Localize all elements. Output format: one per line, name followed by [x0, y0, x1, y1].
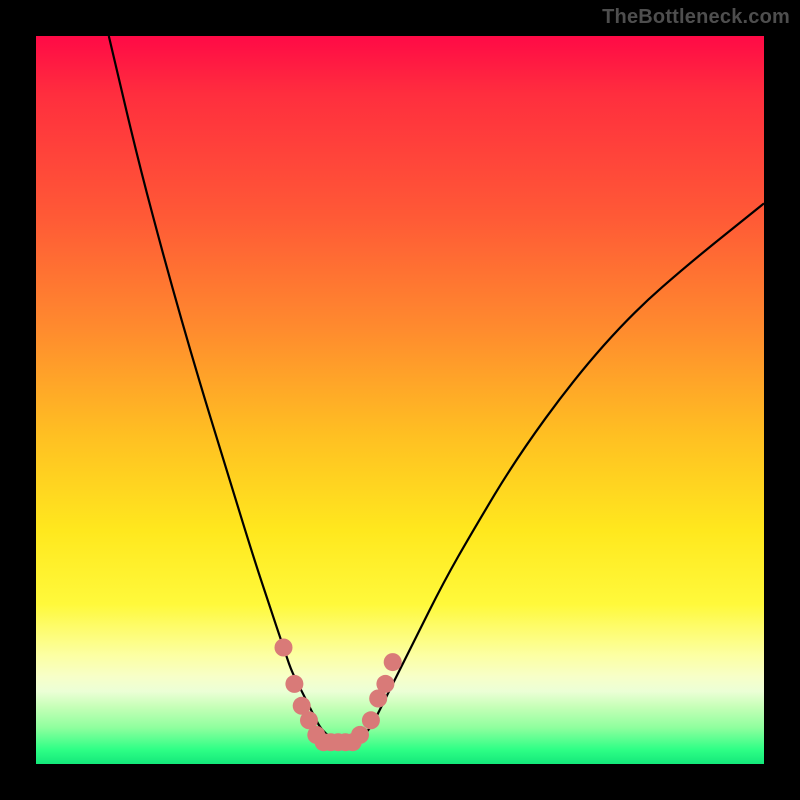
data-marker	[362, 711, 380, 729]
data-marker	[376, 675, 394, 693]
data-marker	[275, 639, 293, 657]
bottleneck-curve	[109, 36, 764, 742]
data-marker	[384, 653, 402, 671]
data-marker	[285, 675, 303, 693]
plot-area	[36, 36, 764, 764]
chart-frame: TheBottleneck.com	[0, 0, 800, 800]
data-marker	[351, 726, 369, 744]
chart-svg	[36, 36, 764, 764]
markers-group	[275, 639, 402, 752]
attribution-text: TheBottleneck.com	[602, 6, 790, 29]
